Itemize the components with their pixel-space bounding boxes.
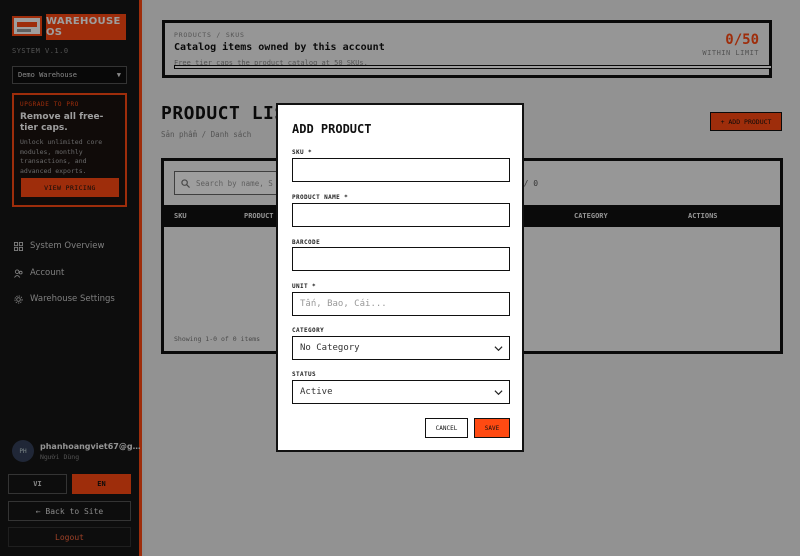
category-select[interactable]: No Category [292, 336, 510, 360]
category-label: CATEGORY [292, 327, 325, 334]
barcode-label: BARCODE [292, 239, 321, 246]
chevron-down-icon [494, 346, 503, 352]
save-button[interactable]: SAVE [474, 418, 510, 438]
status-select-value: Active [300, 387, 333, 397]
barcode-input[interactable] [292, 247, 510, 271]
unit-input[interactable]: Tấn, Bao, Cái... [292, 292, 510, 316]
status-label: STATUS [292, 371, 317, 378]
cancel-button[interactable]: CANCEL [425, 418, 468, 438]
sku-input[interactable] [292, 158, 510, 182]
add-product-modal: ADD PRODUCT SKU * PRODUCT NAME * BARCODE… [276, 103, 524, 452]
product-name-input[interactable] [292, 203, 510, 227]
status-select[interactable]: Active [292, 380, 510, 404]
category-select-value: No Category [300, 343, 360, 353]
modal-title: ADD PRODUCT [292, 122, 372, 136]
product-name-label: PRODUCT NAME * [292, 194, 349, 201]
unit-label: UNIT * [292, 283, 317, 290]
sku-label: SKU * [292, 149, 313, 156]
chevron-down-icon [494, 390, 503, 396]
